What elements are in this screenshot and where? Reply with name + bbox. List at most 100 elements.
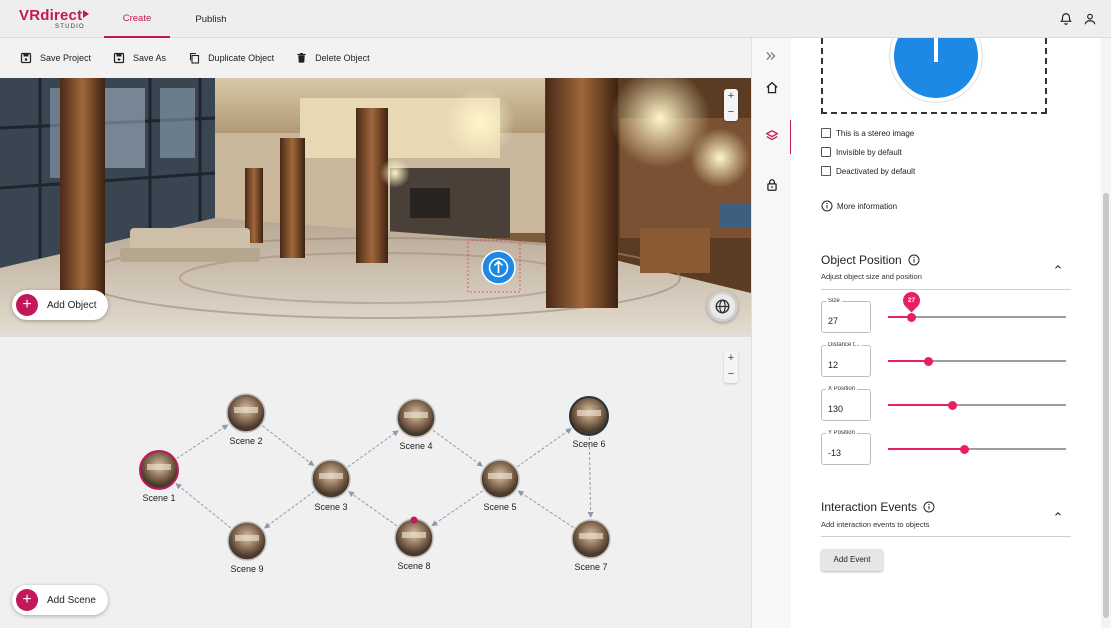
- scene-label: Scene 4: [399, 441, 432, 451]
- scene-node-s2[interactable]: Scene 2: [226, 393, 266, 446]
- position-slider-1[interactable]: [888, 356, 1066, 366]
- field-value[interactable]: -13: [828, 448, 841, 458]
- scene-node-s7[interactable]: Scene 7: [571, 519, 611, 572]
- chevron-up-icon[interactable]: [1053, 262, 1063, 272]
- graph-zoom-out-button[interactable]: −: [724, 367, 738, 383]
- slider-fill: [888, 448, 965, 450]
- duplicate-object-button[interactable]: Duplicate Object: [188, 52, 274, 64]
- preview-hotspot-icon: [890, 38, 982, 102]
- save-project-button[interactable]: Save Project: [20, 52, 91, 64]
- viewer-zoom-in-button[interactable]: +: [724, 89, 738, 105]
- graph-zoom-in-button[interactable]: +: [724, 351, 738, 367]
- scene-thumbnail-highlight: [404, 412, 428, 418]
- side-nav: [751, 38, 792, 628]
- position-slider-2[interactable]: [888, 400, 1066, 410]
- scene-thumbnail-highlight: [319, 473, 343, 479]
- scene-link: [431, 490, 483, 527]
- deactivated-default-label: Deactivated by default: [836, 166, 916, 176]
- scene-node-s4[interactable]: Scene 4: [396, 398, 436, 451]
- field-value[interactable]: 27: [828, 316, 838, 326]
- panorama-viewer[interactable]: + − + Add Object: [0, 78, 751, 334]
- position-field-0[interactable]: Size 27: [821, 298, 871, 333]
- invisible-default-checkbox[interactable]: Invisible by default: [821, 147, 902, 157]
- scene-node-s6[interactable]: Scene 6: [569, 396, 609, 449]
- save-as-icon: [113, 52, 125, 64]
- slider-knob[interactable]: [924, 356, 934, 366]
- position-slider-3[interactable]: [888, 444, 1066, 454]
- position-slider-0[interactable]: 27: [888, 288, 1066, 322]
- scene-link: [176, 424, 229, 459]
- tab-create[interactable]: Create: [104, 0, 170, 38]
- collapse-chevrons-icon[interactable]: [764, 49, 778, 63]
- save-as-button[interactable]: Save As: [113, 52, 166, 64]
- scene-graph-canvas: Scene 1 Scene 2 Scene 3 Scene 4 Scene 5 Scene…: [139, 393, 611, 574]
- home-icon[interactable]: [765, 81, 779, 95]
- stereo-image-checkbox[interactable]: This is a stereo image: [821, 128, 914, 138]
- arrow-up-hotspot-icon[interactable]: [481, 250, 516, 285]
- interaction-events-subtitle: Add interaction events to objects: [821, 520, 930, 529]
- top-bar: VRdirect STUDIO Create Publish: [0, 0, 1111, 38]
- scene-label: Scene 9: [230, 564, 263, 574]
- slider-knob[interactable]: [947, 400, 957, 410]
- save-icon: [20, 52, 32, 64]
- logo-text: VRdirect: [19, 7, 90, 24]
- scene-link: [348, 491, 398, 527]
- viewer-zoom-out-button[interactable]: −: [724, 105, 738, 121]
- bell-icon[interactable]: [1059, 12, 1073, 26]
- globe-button[interactable]: [707, 291, 738, 322]
- add-scene-button[interactable]: + Add Scene: [12, 585, 108, 615]
- scene-thumbnail-highlight: [147, 464, 171, 470]
- slider-value-badge: 27: [899, 288, 924, 313]
- interaction-events-header[interactable]: Interaction Events: [821, 500, 935, 514]
- slider-knob[interactable]: [906, 312, 916, 322]
- chevron-up-icon[interactable]: [1053, 509, 1063, 519]
- add-object-button[interactable]: + Add Object: [12, 290, 109, 320]
- scene-label: Scene 3: [314, 502, 347, 512]
- scene-label: Scene 6: [572, 439, 605, 449]
- field-label: Size: [826, 298, 842, 304]
- viewer-zoom-control: + −: [724, 89, 738, 121]
- slider-knob[interactable]: [960, 444, 970, 454]
- scene-link: [516, 428, 572, 468]
- scene-node-s3[interactable]: Scene 3: [311, 459, 351, 512]
- more-information-label: More information: [837, 201, 898, 211]
- add-scene-label: Add Scene: [47, 594, 96, 606]
- tab-publish[interactable]: Publish: [178, 0, 244, 38]
- scene-link: [432, 429, 484, 467]
- scene-label: Scene 7: [574, 562, 607, 572]
- deactivated-default-checkbox[interactable]: Deactivated by default: [821, 166, 915, 176]
- info-icon[interactable]: [923, 501, 935, 513]
- invisible-default-label: Invisible by default: [836, 147, 902, 157]
- scene-node-s5[interactable]: Scene 5: [480, 459, 520, 512]
- lock-icon[interactable]: [765, 178, 779, 192]
- object-position-header[interactable]: Object Position: [821, 253, 920, 267]
- object-position-subtitle: Adjust object size and position: [821, 272, 922, 281]
- logo[interactable]: VRdirect STUDIO: [19, 7, 90, 30]
- scene-node-s8[interactable]: Scene 8: [394, 516, 434, 572]
- toolbar: Save Project Save As Duplicate Object De…: [0, 38, 751, 78]
- position-field-2[interactable]: X Position 130: [821, 386, 871, 421]
- copy-icon: [190, 52, 200, 64]
- field-label: Distance t...: [826, 342, 862, 348]
- add-object-label: Add Object: [47, 299, 97, 311]
- scene-node-s1[interactable]: Scene 1: [139, 450, 179, 503]
- user-icon[interactable]: [1083, 12, 1097, 26]
- scene-thumbnail-highlight: [577, 410, 601, 416]
- position-field-3[interactable]: Y Position -13: [821, 430, 871, 465]
- field-value[interactable]: 12: [828, 360, 838, 370]
- position-field-1[interactable]: Distance t... 12: [821, 342, 871, 377]
- save-project-label: Save Project: [40, 53, 92, 63]
- delete-object-button[interactable]: Delete Object: [296, 52, 370, 64]
- scene-thumbnail-highlight: [235, 535, 259, 541]
- scene-node-s9[interactable]: Scene 9: [227, 521, 267, 574]
- properties-panel: This is a stereo image Invisible by defa…: [791, 38, 1111, 628]
- add-event-button[interactable]: Add Event: [821, 549, 883, 571]
- layers-icon[interactable]: [765, 129, 779, 143]
- field-value[interactable]: 130: [828, 404, 843, 414]
- scene-label: Scene 2: [229, 436, 262, 446]
- hotel-lobby-panorama: [0, 78, 751, 334]
- panel-scrollbar-thumb[interactable]: [1103, 193, 1109, 618]
- info-icon[interactable]: [908, 254, 920, 266]
- more-information-link[interactable]: More information: [821, 200, 897, 212]
- scene-graph[interactable]: Scene 1 Scene 2 Scene 3 Scene 4 Scene 5 Scene…: [0, 337, 751, 628]
